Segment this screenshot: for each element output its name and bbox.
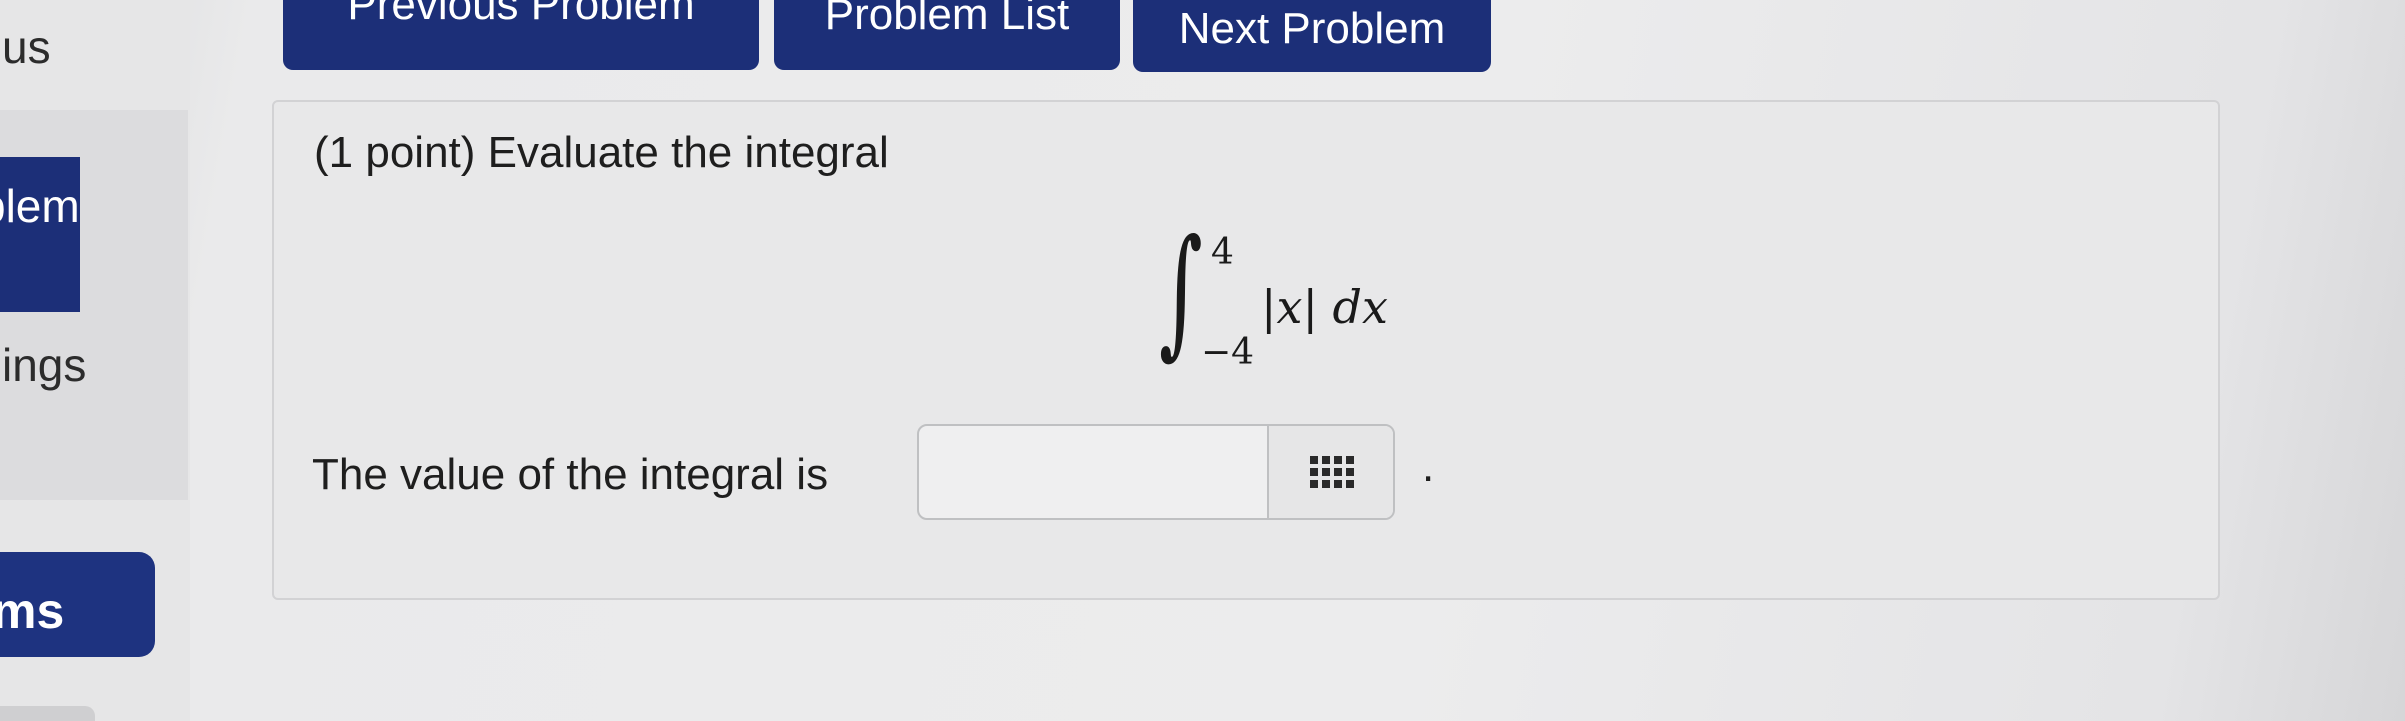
integral-expression: ∫ 4 −4 |x| dx <box>1159 222 1439 382</box>
integral-sign: ∫ <box>1159 210 1203 373</box>
answer-field <box>917 424 1395 520</box>
problem-list-button[interactable]: Problem List <box>774 0 1120 70</box>
answer-period: . <box>1422 442 1435 491</box>
sidebar-item-problem-label: blem <box>0 180 80 232</box>
sidebar-item-problem[interactable]: blem <box>0 157 80 312</box>
sidebar-item-problems[interactable]: ms <box>0 552 155 657</box>
sidebar-item-status[interactable]: us <box>2 20 51 74</box>
integrand: |x| dx <box>1261 280 1388 334</box>
integral-lower-limit: −4 <box>1201 332 1255 373</box>
sidebar-item-partial[interactable] <box>0 706 95 721</box>
previous-problem-button[interactable]: Previous Problem <box>283 0 759 70</box>
sidebar-item-problems-label: ms <box>0 583 65 639</box>
next-problem-button[interactable]: Next Problem <box>1133 0 1491 72</box>
page: us blem ings ms Previous Problem Problem… <box>0 0 2405 721</box>
problem-statement: (1 point) Evaluate the integral <box>314 128 889 177</box>
integral-upper-limit: 4 <box>1211 232 1234 273</box>
problem-box: (1 point) Evaluate the integral ∫ 4 −4 |… <box>272 100 2220 600</box>
grid-icon <box>1310 456 1354 488</box>
answer-label: The value of the integral is <box>312 450 829 499</box>
answer-input[interactable] <box>919 426 1267 518</box>
sidebar-item-settings[interactable]: ings <box>2 338 86 392</box>
equation-editor-button[interactable] <box>1267 426 1393 518</box>
sidebar: us blem ings ms <box>0 0 190 721</box>
